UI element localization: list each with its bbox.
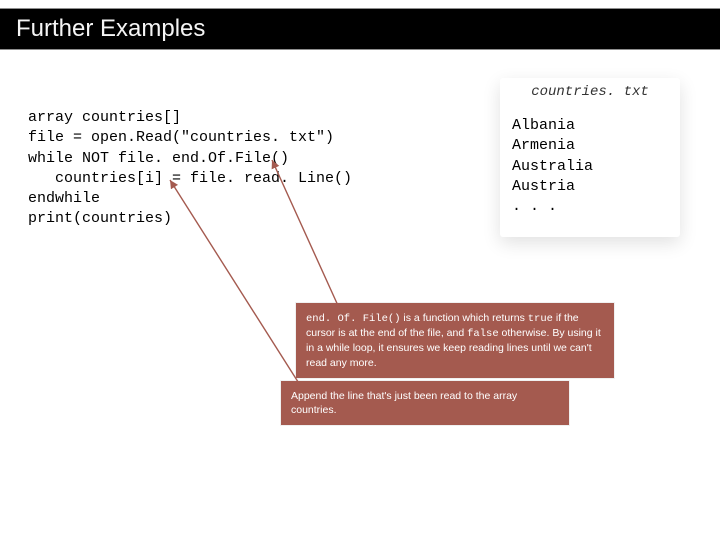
callout-code-token: end. Of. File() (306, 313, 401, 325)
code-line: print(countries) (28, 210, 172, 227)
callout-endoffile: end. Of. File() is a function which retu… (295, 302, 615, 379)
code-line: array countries[] (28, 109, 181, 126)
callout-text: Append the line that's just been read to… (291, 390, 517, 416)
file-name-label: countries. txt (500, 78, 680, 102)
callout-text: is a function which returns (401, 312, 528, 324)
callout-append: Append the line that's just been read to… (280, 380, 570, 426)
code-line: endwhile (28, 190, 100, 207)
file-box: countries. txt Albania Armenia Australia… (500, 78, 680, 237)
code-line: while NOT file. end.Of.File() (28, 150, 289, 167)
code-line: countries[i] = file. read. Line() (28, 170, 352, 187)
slide: Further Examples array countries[] file … (0, 0, 720, 540)
slide-title: Further Examples (16, 15, 205, 43)
code-line: file = open.Read("countries. txt") (28, 129, 334, 146)
callout-code-token: false (467, 328, 499, 340)
header-bar: Further Examples (0, 8, 720, 50)
file-contents: Albania Armenia Australia Austria . . . (500, 102, 680, 237)
callout-code-token: true (528, 313, 553, 325)
pseudocode-block: array countries[] file = open.Read("coun… (28, 108, 352, 230)
